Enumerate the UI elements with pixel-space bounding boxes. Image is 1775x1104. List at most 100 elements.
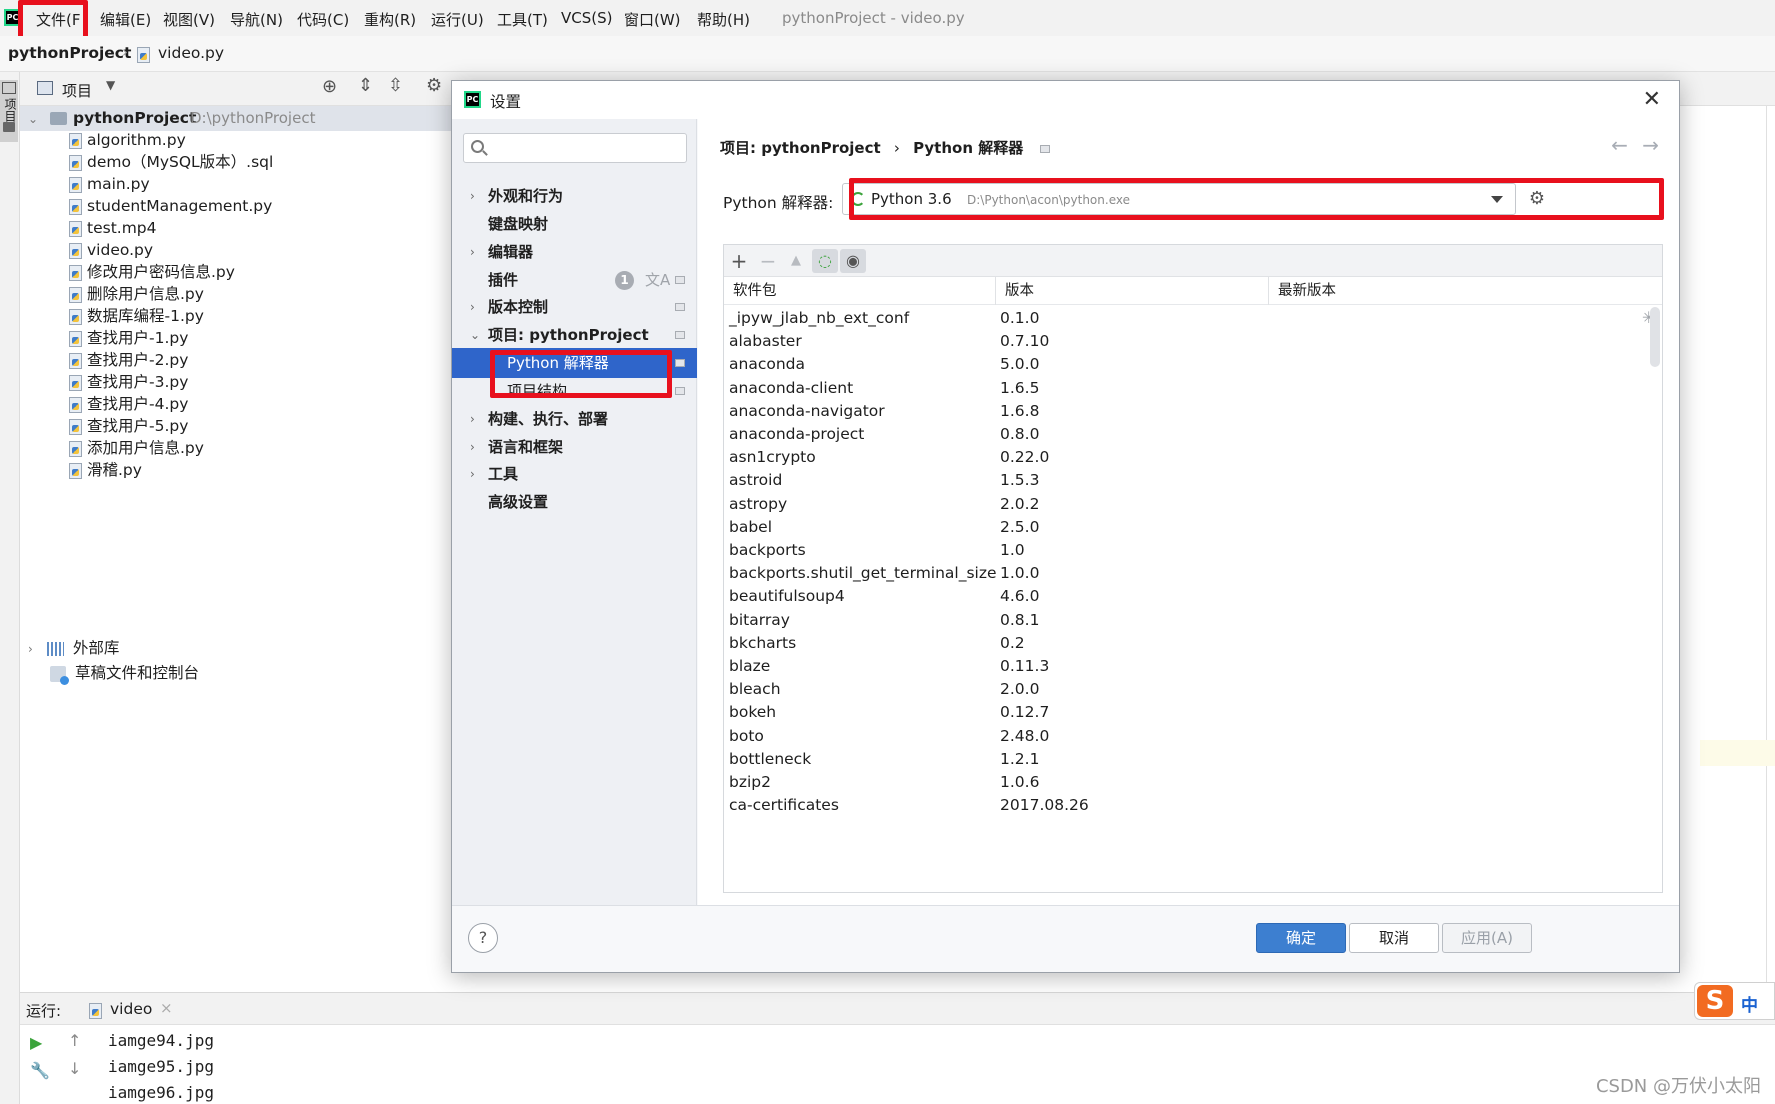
ok-button[interactable]: 确定 <box>1256 923 1346 953</box>
column-header[interactable]: 最新版本 <box>1269 277 1336 305</box>
nav-tools[interactable]: › 工具 <box>452 459 697 489</box>
arrow-up-icon[interactable]: ↑ <box>68 1031 81 1050</box>
nav-project[interactable]: ⌄ 项目: pythonProject <box>452 320 697 350</box>
eye-icon[interactable]: ◉ <box>840 249 866 273</box>
package-version: 2.0.2 <box>1000 494 1040 513</box>
locate-icon[interactable]: ⊕ <box>322 76 337 97</box>
table-row[interactable]: _ipyw_jlab_nb_ext_conf 0.1.0 <box>724 305 1662 331</box>
chevron-right-icon: › <box>470 412 475 426</box>
chevron-right-icon[interactable]: › <box>28 637 42 662</box>
menu-refactor[interactable]: 重构(R) <box>364 9 416 30</box>
nav-editor[interactable]: › 编辑器 <box>452 237 697 267</box>
table-row[interactable]: boto 2.48.0 <box>724 723 1662 749</box>
arrow-down-icon[interactable]: ↓ <box>68 1059 81 1078</box>
table-scrollbar[interactable] <box>1650 307 1660 367</box>
project-tab-icon <box>2 82 16 94</box>
file-name: 滑稽.py <box>87 461 142 479</box>
settings-nav: › 外观和行为 键盘映射 › 编辑器 插件 1 文A › 版本控制 ⌄ 项目: … <box>452 119 697 905</box>
chevron-down-icon[interactable]: ▼ <box>106 78 115 92</box>
menu-window[interactable]: 窗口(W) <box>624 9 681 30</box>
table-row[interactable]: beautifulsoup4 4.6.0 <box>724 583 1662 609</box>
tool-window-strip: 项目 <box>0 72 20 1104</box>
package-name: boto <box>729 726 764 745</box>
close-icon[interactable]: ✕ <box>1643 87 1661 112</box>
package-version: 2017.08.26 <box>1000 796 1089 815</box>
table-row[interactable]: anaconda 5.0.0 <box>724 351 1662 377</box>
table-row[interactable]: asn1crypto 0.22.0 <box>724 444 1662 470</box>
menu-run[interactable]: 运行(U) <box>431 9 484 30</box>
nav-build[interactable]: › 构建、执行、部署 <box>452 404 697 434</box>
editor-scrollbar[interactable] <box>1766 106 1775 986</box>
run-output-line: iamge96.jpg <box>108 1083 214 1102</box>
table-row[interactable]: backports.shutil_get_terminal_size 1.0.0 <box>724 560 1662 586</box>
file-item[interactable]: 滑稽.py <box>68 458 142 483</box>
table-row[interactable]: blaze 0.11.3 <box>724 653 1662 679</box>
nav-project[interactable]: pythonProject <box>8 44 131 62</box>
table-row[interactable]: anaconda-project 0.8.0 <box>724 421 1662 447</box>
menu-edit[interactable]: 编辑(E) <box>100 9 151 30</box>
table-row[interactable]: backports 1.0 <box>724 537 1662 563</box>
nav-advanced[interactable]: 高级设置 <box>452 487 697 517</box>
nav-vcs[interactable]: › 版本控制 <box>452 292 697 322</box>
scratches-item[interactable]: 草稿文件和控制台 <box>50 661 199 686</box>
table-row[interactable]: bkcharts 0.2 <box>724 630 1662 656</box>
project-tool-tab[interactable]: 项目 <box>0 80 18 142</box>
add-icon[interactable]: + <box>726 249 752 273</box>
wrench-icon[interactable]: 🔧 <box>30 1061 50 1080</box>
python-file-icon <box>68 396 82 413</box>
table-row[interactable]: babel 2.5.0 <box>724 514 1662 540</box>
table-row[interactable]: anaconda-navigator 1.6.8 <box>724 398 1662 424</box>
cancel-button[interactable]: 取消 <box>1349 923 1439 953</box>
apply-button[interactable]: 应用(A) <box>1442 923 1532 953</box>
ime-indicator[interactable]: S 中 <box>1694 982 1775 1020</box>
table-row[interactable]: astropy 2.0.2 <box>724 491 1662 517</box>
package-version: 2.0.0 <box>1000 680 1040 699</box>
nav-keymap[interactable]: 键盘映射 <box>452 209 697 239</box>
table-row[interactable]: bottleneck 1.2.1 <box>724 746 1662 772</box>
collapse-all-icon[interactable]: ⇳ <box>388 75 403 96</box>
menu-view[interactable]: 视图(V) <box>163 9 215 30</box>
close-icon[interactable]: × <box>160 999 173 1017</box>
package-name: babel <box>729 517 773 536</box>
package-version: 0.12.7 <box>1000 703 1050 722</box>
python-file-icon <box>68 154 82 171</box>
help-button[interactable]: ? <box>468 923 498 953</box>
package-version: 1.6.8 <box>1000 401 1040 420</box>
nav-editor-label: 编辑器 <box>488 243 534 261</box>
settings-search-input[interactable] <box>463 133 687 163</box>
table-row[interactable]: anaconda-client 1.6.5 <box>724 375 1662 401</box>
run-tab[interactable]: video <box>110 1000 152 1018</box>
project-view-label[interactable]: 项目 <box>62 80 92 101</box>
upgrade-icon[interactable]: ▲ <box>783 249 809 273</box>
back-arrow-icon[interactable]: ← <box>1611 133 1628 157</box>
expand-all-icon[interactable]: ⇕ <box>358 75 373 96</box>
interpreter-select-highlight-box <box>849 178 1664 220</box>
nav-appearance[interactable]: › 外观和行为 <box>452 181 697 211</box>
nav-file[interactable]: video.py <box>158 44 224 62</box>
table-row[interactable]: astroid 1.5.3 <box>724 467 1662 493</box>
menu-tools[interactable]: 工具(T) <box>497 9 548 30</box>
menu-navigate[interactable]: 导航(N) <box>230 9 283 30</box>
table-row[interactable]: bzip2 1.0.6 <box>724 769 1662 795</box>
menu-help[interactable]: 帮助(H) <box>697 9 750 30</box>
column-header[interactable]: 软件包 <box>724 277 777 305</box>
menu-code[interactable]: 代码(C) <box>297 9 349 30</box>
nav-plugins[interactable]: 插件 1 文A <box>452 265 697 295</box>
table-row[interactable]: bokeh 0.12.7 <box>724 699 1662 725</box>
column-header[interactable]: 版本 <box>996 277 1034 305</box>
external-libraries-item[interactable]: › 外部库 <box>28 636 119 661</box>
play-icon[interactable]: ▶ <box>30 1033 42 1052</box>
breadcrumb-parent[interactable]: 项目: pythonProject <box>720 139 881 157</box>
chevron-down-icon[interactable]: ⌄ <box>28 106 42 132</box>
package-version: 0.1.0 <box>1000 309 1040 327</box>
table-row[interactable]: bitarray 0.8.1 <box>724 607 1662 633</box>
gear-icon[interactable]: ⚙ <box>426 75 442 96</box>
table-row[interactable]: ca-certificates 2017.08.26 <box>724 792 1662 818</box>
refresh-icon[interactable]: ◌ <box>812 249 838 273</box>
remove-icon[interactable]: − <box>755 249 781 273</box>
table-row[interactable]: alabaster 0.7.10 <box>724 328 1662 354</box>
table-row[interactable]: bleach 2.0.0 <box>724 676 1662 702</box>
forward-arrow-icon[interactable]: → <box>1642 133 1659 157</box>
menu-vcs[interactable]: VCS(S) <box>561 9 612 27</box>
nav-languages[interactable]: › 语言和框架 <box>452 432 697 462</box>
